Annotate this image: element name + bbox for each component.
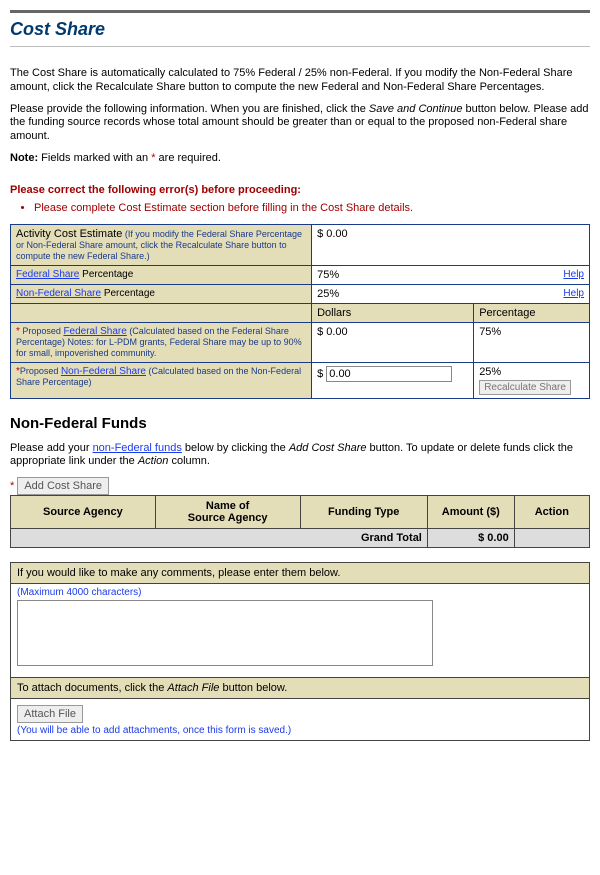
funds-intro: Please add your non-Federal funds below … [10, 442, 590, 470]
col-source-agency: Source Agency [11, 496, 156, 529]
ace-label: Activity Cost Estimate [16, 228, 122, 240]
error-item: Please complete Cost Estimate section be… [34, 202, 590, 214]
add-cost-share-button[interactable]: Add Cost Share [17, 477, 109, 495]
ace-value: $ 0.00 [312, 224, 590, 265]
attach-section: To attach documents, click the Attach Fi… [10, 678, 590, 741]
attach-heading: To attach documents, click the Attach Fi… [11, 678, 589, 699]
proposed-federal-percent: 75% [474, 322, 590, 362]
attach-note: (You will be able to add attachments, on… [17, 725, 583, 736]
grand-total-value: $ 0.00 [427, 529, 514, 548]
required-note: Note: Fields marked with an * are requir… [10, 152, 590, 166]
comments-section: If you would like to make any comments, … [10, 562, 590, 678]
proposed-federal-link[interactable]: Federal Share [63, 326, 126, 337]
col-funding-type: Funding Type [300, 496, 427, 529]
intro-paragraph-1: The Cost Share is automatically calculat… [10, 67, 590, 95]
recalculate-button[interactable]: Recalculate Share [479, 380, 571, 395]
error-heading: Please correct the following error(s) be… [10, 184, 590, 196]
cost-share-table: Activity Cost Estimate (If you modify th… [10, 224, 590, 399]
grand-total-label: Grand Total [11, 529, 428, 548]
nonfederal-share-link[interactable]: Non-Federal Share [16, 288, 101, 299]
funds-table: Source Agency Name of Source Agency Fund… [10, 495, 590, 548]
top-divider [10, 10, 590, 13]
proposed-federal-dollars: $ 0.00 [312, 322, 474, 362]
proposed-nonfederal-input[interactable] [326, 366, 452, 382]
comments-heading: If you would like to make any comments, … [11, 563, 589, 584]
page-title: Cost Share [10, 19, 590, 40]
col-action: Action [514, 496, 589, 529]
nonfederal-funds-link[interactable]: non-Federal funds [93, 442, 182, 454]
proposed-nonfederal-percent: 25% [479, 366, 501, 378]
max-chars-label: (Maximum 4000 characters) [17, 587, 583, 598]
title-divider [10, 46, 590, 47]
col-amount: Amount ($) [427, 496, 514, 529]
dollars-header: Dollars [312, 303, 474, 322]
federal-share-link[interactable]: Federal Share [16, 269, 79, 280]
comments-textarea[interactable] [17, 600, 433, 666]
help-link-federal[interactable]: Help [563, 269, 584, 280]
help-link-nonfederal[interactable]: Help [563, 288, 584, 299]
percentage-header: Percentage [474, 303, 590, 322]
asterisk-icon: * [10, 480, 14, 492]
proposed-nonfederal-link[interactable]: Non-Federal Share [61, 366, 146, 377]
error-list: Please complete Cost Estimate section be… [34, 202, 590, 214]
nonfederal-funds-heading: Non-Federal Funds [10, 415, 590, 432]
attach-file-button[interactable]: Attach File [17, 705, 83, 723]
nonfederal-percent-value: 25% [317, 288, 339, 300]
col-name-source: Name of Source Agency [155, 496, 300, 529]
intro-paragraph-2: Please provide the following information… [10, 103, 590, 144]
federal-percent-value: 75% [317, 269, 339, 281]
